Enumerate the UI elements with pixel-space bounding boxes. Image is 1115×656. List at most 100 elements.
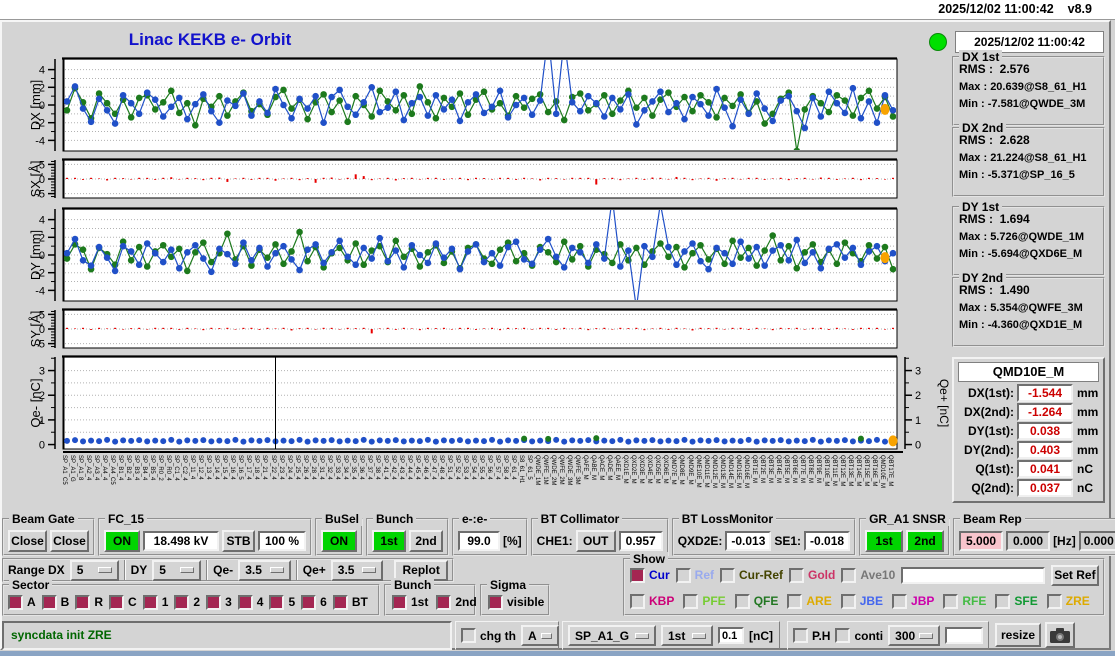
beam-rep-set[interactable]: 5.000 <box>959 530 1004 551</box>
bunch-1st-checkbox[interactable]: 1st <box>392 594 428 610</box>
controls-row-1: Beam Gate Close Close FC_15 ON 18.498 kV… <box>2 512 1115 556</box>
show-cur-ref-checkbox[interactable]: Cur-Ref <box>720 567 783 583</box>
svg-text:SY [Å]: SY [Å] <box>28 311 43 348</box>
linac-orbit-window: { "titlebar": {"clock": "2025/12/02 11:0… <box>0 0 1115 656</box>
group-title: DX 2nd <box>959 121 1007 135</box>
show-sfe-checkbox[interactable]: SFE <box>995 593 1038 609</box>
min-line: Min : -5.371@SP_16_5 <box>959 169 1075 181</box>
range-qe-minus-select[interactable]: 3.5 <box>238 559 291 581</box>
free-input[interactable] <box>945 627 983 644</box>
count-select[interactable]: 300 <box>888 625 941 646</box>
svg-text:SX [Å]: SX [Å] <box>28 161 43 198</box>
show-rfe-checkbox[interactable]: RFE <box>943 593 986 609</box>
selected-monitor-panel: QMD10E_M DX(1st): -1.544 mm DX(2nd): -1.264… <box>952 357 1105 503</box>
checkbox-indicator <box>787 593 803 609</box>
sector-checkbox-3[interactable]: 3 <box>206 594 232 610</box>
show-ave10-checkbox[interactable]: Ave10 <box>841 567 895 583</box>
sector-checkbox-4[interactable]: 4 <box>237 594 263 610</box>
ref-file-input[interactable] <box>901 566 1045 584</box>
bpm-select[interactable]: SP_A1_G <box>568 625 656 646</box>
show-qfe-checkbox[interactable]: QFE <box>734 593 778 609</box>
svg-text:-4: -4 <box>35 285 45 297</box>
beam-gate-close-button-1[interactable]: Close <box>8 529 47 552</box>
monitor-row: DX(1st): -1.544 mm <box>967 384 1099 402</box>
sector-checkbox-2[interactable]: 2 <box>174 594 200 610</box>
bunch-1st-button[interactable]: 1st <box>372 529 406 552</box>
status-led <box>929 33 947 51</box>
sector-checkbox-c[interactable]: C <box>109 594 137 610</box>
monitor-row: DX(2nd): -1.264 mm <box>964 403 1099 421</box>
range-dy-select[interactable]: 5 <box>152 559 202 581</box>
sector-checkbox-1[interactable]: 1 <box>142 594 168 610</box>
show-zre-checkbox[interactable]: ZRE <box>1046 593 1090 609</box>
sector-checkbox-5[interactable]: 5 <box>269 594 295 610</box>
beam-rep-hz-unit: [Hz] <box>1053 533 1076 548</box>
show-pfe-checkbox[interactable]: PFE <box>683 593 726 609</box>
checkbox-indicator <box>793 628 808 643</box>
conti-checkbox[interactable]: conti <box>835 628 883 643</box>
screenshot-button[interactable] <box>1045 622 1075 648</box>
bpm-select-group: SP_A1_G 1st 0.1 [nC] <box>562 621 780 650</box>
sector-checkbox-bt[interactable]: BT <box>332 594 368 610</box>
qxd2e-value: -0.013 <box>725 530 772 551</box>
svg-text:4: 4 <box>39 65 45 77</box>
fc15-stb-button[interactable]: STB <box>222 529 255 552</box>
show-cur-checkbox[interactable]: Cur <box>630 567 670 583</box>
busel-group: BuSel ON <box>315 512 363 556</box>
sigma-visible-checkbox[interactable]: visible <box>488 594 544 610</box>
sector-checkbox-r[interactable]: R <box>75 594 103 610</box>
beam-rep-group: Beam Rep 5.000 0.000 [Hz] 0.000 [%] <box>953 512 1115 556</box>
threshold-target-select[interactable]: A <box>521 625 559 646</box>
chg-th-checkbox[interactable]: chg th <box>461 628 516 643</box>
group-title: DY 2nd <box>959 271 1007 285</box>
range-dx-select[interactable]: 5 <box>69 559 119 581</box>
show-are-checkbox[interactable]: ARE <box>787 593 832 609</box>
bunch-2nd-checkbox[interactable]: 2nd <box>436 594 477 610</box>
svg-text:DX [mm]: DX [mm] <box>28 80 43 131</box>
dx-2nd-stats-group: DX 2nd RMS : 2.628 Max : 21.224@S8_61_H1… <box>952 121 1105 197</box>
bunch-2nd-button[interactable]: 2nd <box>409 529 443 552</box>
ph-checkbox[interactable]: P.H <box>793 628 830 643</box>
threshold-input[interactable]: 0.1 <box>718 627 744 644</box>
checkbox-indicator <box>892 593 908 609</box>
checkbox-indicator <box>142 594 158 610</box>
fc15-on-button[interactable]: ON <box>104 529 140 552</box>
show-gold-checkbox[interactable]: Gold <box>789 567 835 583</box>
set-ref-button[interactable]: Set Ref <box>1050 564 1099 586</box>
sector-checkbox-6[interactable]: 6 <box>301 594 327 610</box>
checkbox-indicator <box>436 594 452 610</box>
show-kbp-checkbox[interactable]: KBP <box>630 593 674 609</box>
show-jbp-checkbox[interactable]: JBP <box>892 593 934 609</box>
se1-value: -0.018 <box>804 530 851 551</box>
busel-on-button[interactable]: ON <box>321 529 357 552</box>
che1-state-button[interactable]: OUT <box>575 529 616 552</box>
show-row-1: Cur Ref Cur-Ref Gold Ave10 Set Ref <box>625 560 1103 586</box>
titlebar-clock: 2025/12/02 11:00:42 v8.9 <box>924 2 1092 16</box>
min-line: Min : -5.694@QXD6E_M <box>959 248 1083 260</box>
checkbox-indicator <box>269 594 285 610</box>
snsr-1st-button[interactable]: 1st <box>865 529 904 552</box>
menu-indicator <box>692 632 706 639</box>
checkbox-indicator <box>488 594 503 610</box>
svg-text:2: 2 <box>915 390 921 402</box>
separator <box>206 560 209 580</box>
beam-gate-group: Beam Gate Close Close <box>2 512 95 556</box>
show-ref-checkbox[interactable]: Ref <box>675 567 714 583</box>
beam-gate-close-button-2[interactable]: Close <box>50 529 89 552</box>
svg-text:Qe+ [nC]: Qe+ [nC] <box>937 379 950 427</box>
resize-button[interactable]: resize <box>995 623 1041 647</box>
checkbox-indicator <box>206 594 222 610</box>
range-dy-label: DY <box>130 563 148 577</box>
checkbox-indicator <box>943 593 959 609</box>
snsr-2nd-button[interactable]: 2nd <box>906 529 945 552</box>
menu-indicator <box>919 632 934 639</box>
sector-checkbox-a[interactable]: A <box>8 594 36 610</box>
bunch-select[interactable]: 1st <box>661 625 713 646</box>
dx-orbit-chart: -4-2024DX [mm] <box>28 57 898 152</box>
monitor-name[interactable]: QMD10E_M <box>958 362 1099 382</box>
checkbox-indicator <box>237 594 253 610</box>
sector-checkbox-b[interactable]: B <box>41 594 69 610</box>
show-jbe-checkbox[interactable]: JBE <box>840 593 883 609</box>
range-qe-plus-select[interactable]: 3.5 <box>330 559 384 581</box>
bt-collimator-group: BT Collimator CHE1: OUT 0.957 <box>530 512 669 556</box>
